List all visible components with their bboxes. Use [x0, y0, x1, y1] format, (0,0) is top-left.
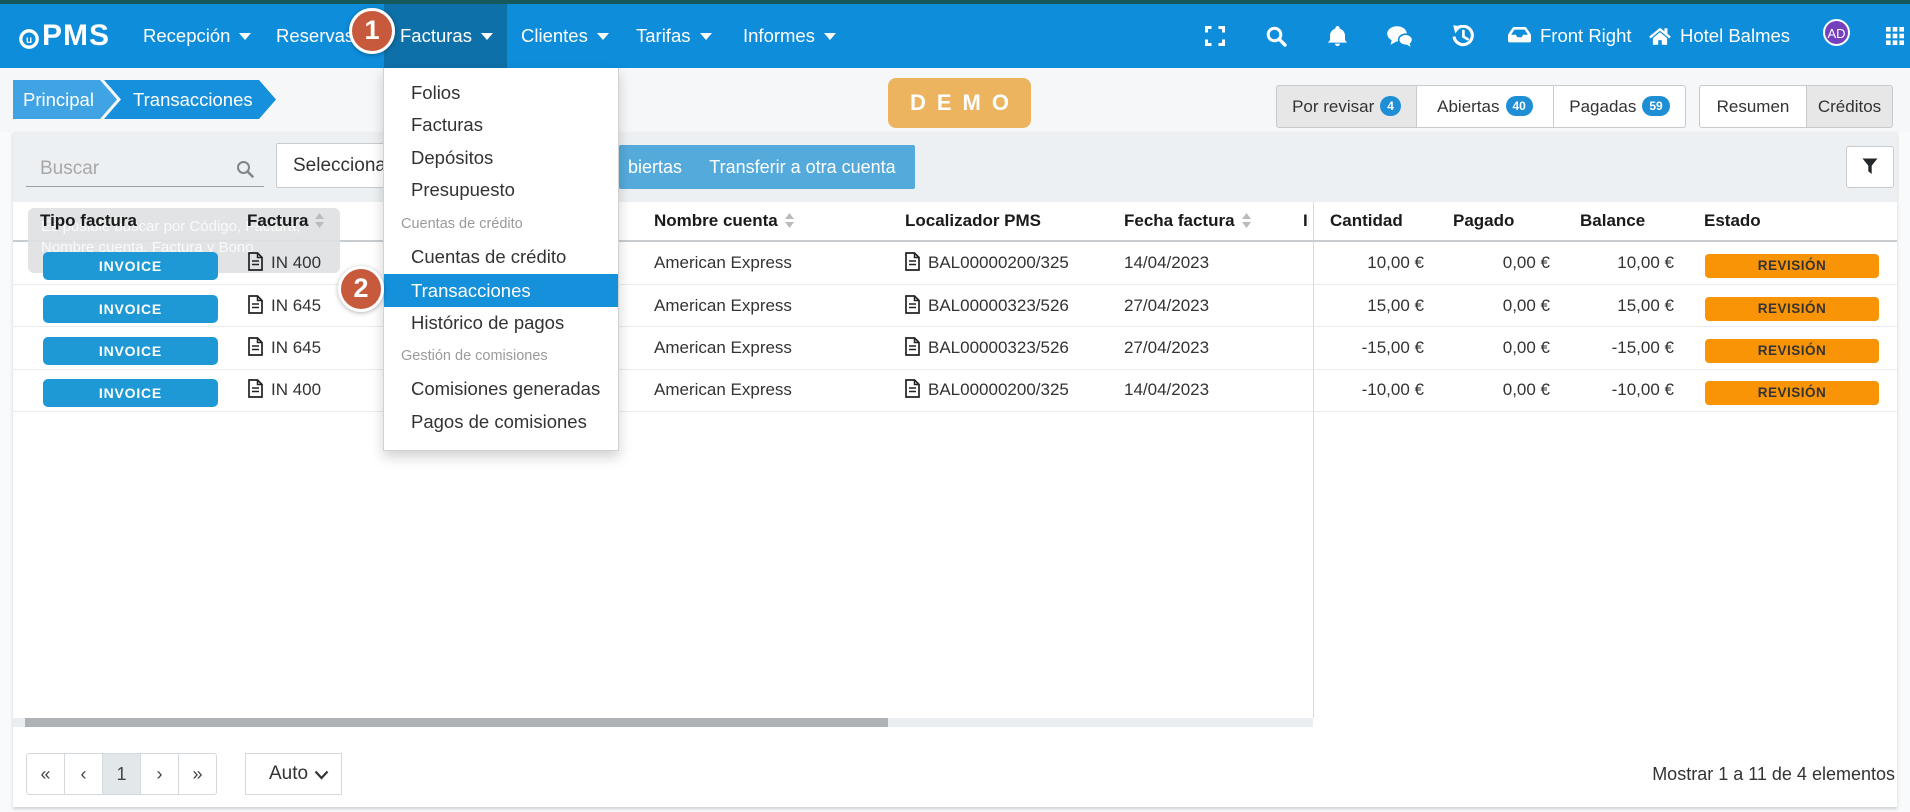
svg-text:u: u — [26, 35, 32, 46]
